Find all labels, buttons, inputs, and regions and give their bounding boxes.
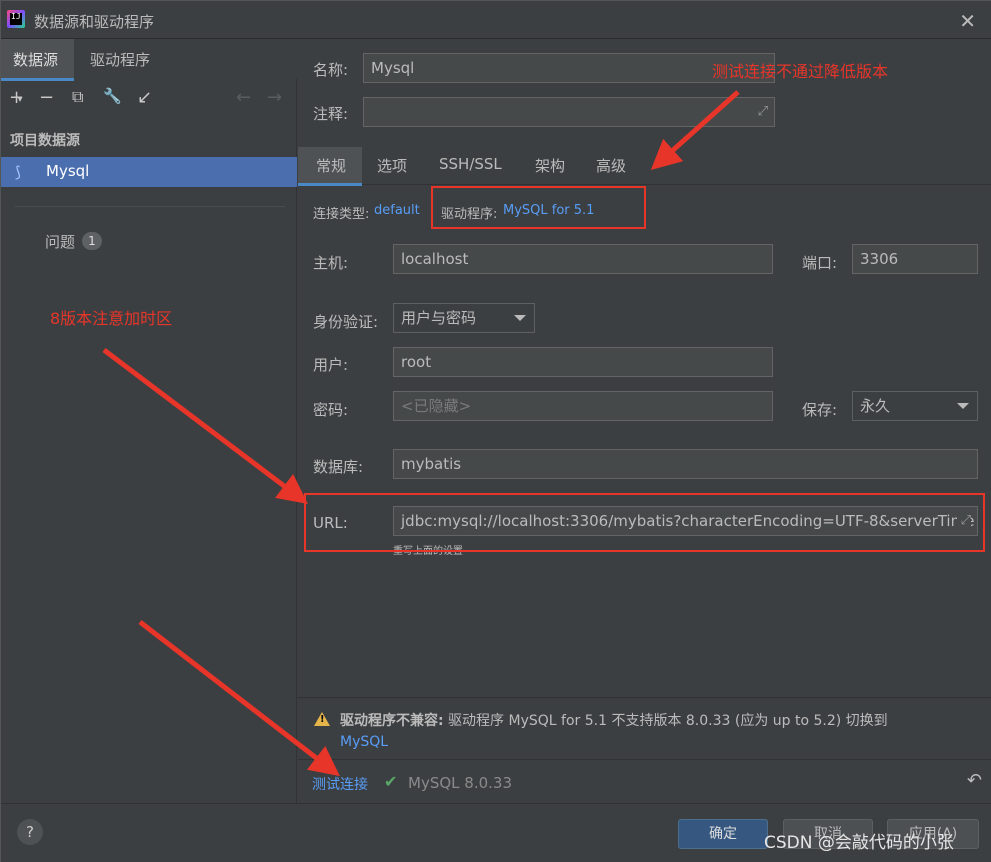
- datasource-item-mysql[interactable]: ⟆ Mysql: [1, 157, 297, 187]
- settings-tabs: 常规 选项 SSH/SSL 架构 高级: [297, 147, 991, 186]
- import-icon[interactable]: ↙: [137, 87, 152, 108]
- csdn-watermark: CSDN @会敲代码的小张: [764, 833, 954, 853]
- tab-advanced[interactable]: 高级: [596, 155, 626, 176]
- test-connection-bar: 测试连接 ✔ MySQL 8.0.33 ↶: [298, 759, 991, 803]
- driver-highlight-box: [431, 186, 646, 229]
- password-label: 密码:: [313, 401, 349, 419]
- copy-icon[interactable]: ⧉: [72, 87, 83, 107]
- project-datasources-heading: 项目数据源: [10, 133, 80, 149]
- divider: [15, 206, 285, 207]
- check-icon: ✔: [384, 772, 398, 791]
- app-logo-icon: IJ: [7, 10, 25, 28]
- tab-datasources[interactable]: 数据源: [0, 49, 75, 81]
- host-label: 主机:: [313, 254, 349, 272]
- chevron-down-icon: [957, 403, 969, 409]
- database-field[interactable]: mybatis: [393, 449, 978, 479]
- tab-ssh-ssl[interactable]: SSH/SSL: [439, 155, 502, 173]
- wrench-icon[interactable]: 🔧: [103, 87, 122, 105]
- connection-type-link[interactable]: default: [374, 203, 420, 218]
- forward-arrow-icon[interactable]: →: [267, 87, 282, 108]
- auth-select[interactable]: 用户与密码: [393, 303, 535, 333]
- close-icon[interactable]: ✕: [959, 9, 976, 33]
- user-field[interactable]: root: [393, 347, 773, 377]
- ok-button[interactable]: 确定: [678, 819, 768, 849]
- tab-general[interactable]: 常规: [297, 155, 363, 186]
- issues-count-badge: 1: [82, 232, 102, 250]
- warning-icon: !: [314, 712, 330, 726]
- password-field[interactable]: <已隐藏>: [393, 391, 773, 421]
- warning-message: 驱动程序不兼容: 驱动程序 MySQL for 5.1 不支持版本 8.0.33…: [340, 713, 888, 750]
- annotation-left-note: 8版本注意加时区: [50, 309, 173, 328]
- left-tabs: 数据源 驱动程序: [0, 39, 297, 81]
- switch-driver-link[interactable]: MySQL: [340, 734, 388, 750]
- name-label: 名称:: [313, 61, 349, 79]
- annotation-top-note: 测试连接不通过降低版本: [712, 62, 889, 81]
- issues-label[interactable]: 问题: [45, 231, 75, 252]
- database-label: 数据库:: [313, 458, 364, 476]
- datasource-dialog: IJ 数据源和驱动程序 ✕ 数据源 驱动程序 + ▾ − ⧉ 🔧 ↙ ← → 项…: [0, 0, 991, 862]
- port-field[interactable]: 3306: [852, 244, 978, 274]
- tab-schemas[interactable]: 架构: [535, 155, 565, 176]
- url-highlight-box: [304, 493, 985, 552]
- tab-options[interactable]: 选项: [377, 155, 407, 176]
- warning-bar: ! 驱动程序不兼容: 驱动程序 MySQL for 5.1 不支持版本 8.0.…: [298, 697, 991, 759]
- user-label: 用户:: [313, 356, 349, 374]
- comment-field[interactable]: ⤢: [363, 97, 775, 127]
- help-icon[interactable]: ?: [17, 819, 43, 845]
- right-panel: 名称: Mysql 注释: ⤢ 常规 选项 SSH/SSL 架构 高级 连接类型…: [297, 39, 991, 803]
- title-bar: IJ 数据源和驱动程序 ✕: [1, 1, 991, 39]
- auth-label: 身份验证:: [313, 313, 379, 331]
- port-label: 端口:: [802, 254, 838, 272]
- tab-drivers[interactable]: 驱动程序: [90, 49, 150, 70]
- chevron-down-icon[interactable]: ▾: [18, 95, 22, 104]
- datasource-item-label: Mysql: [46, 162, 90, 180]
- test-connection-link[interactable]: 测试连接: [312, 774, 368, 794]
- remove-icon[interactable]: −: [39, 87, 54, 108]
- left-toolbar: + ▾ − ⧉ 🔧 ↙ ← →: [1, 83, 297, 113]
- test-result-text: MySQL 8.0.33: [408, 774, 512, 792]
- chevron-down-icon: [514, 315, 526, 321]
- undo-icon[interactable]: ↶: [967, 770, 982, 791]
- expand-icon[interactable]: ⤢: [758, 98, 768, 126]
- comment-label: 注释:: [313, 105, 349, 123]
- connection-type-label: 连接类型:: [313, 207, 370, 222]
- save-select[interactable]: 永久: [852, 391, 978, 421]
- mysql-dolphin-icon: ⟆: [15, 163, 21, 181]
- window-title: 数据源和驱动程序: [34, 13, 155, 31]
- save-label: 保存:: [802, 401, 838, 419]
- back-arrow-icon[interactable]: ←: [236, 87, 251, 108]
- left-panel: 数据源 驱动程序 + ▾ − ⧉ 🔧 ↙ ← → 项目数据源 ⟆ Mysql 问…: [0, 39, 297, 803]
- host-field[interactable]: localhost: [393, 244, 773, 274]
